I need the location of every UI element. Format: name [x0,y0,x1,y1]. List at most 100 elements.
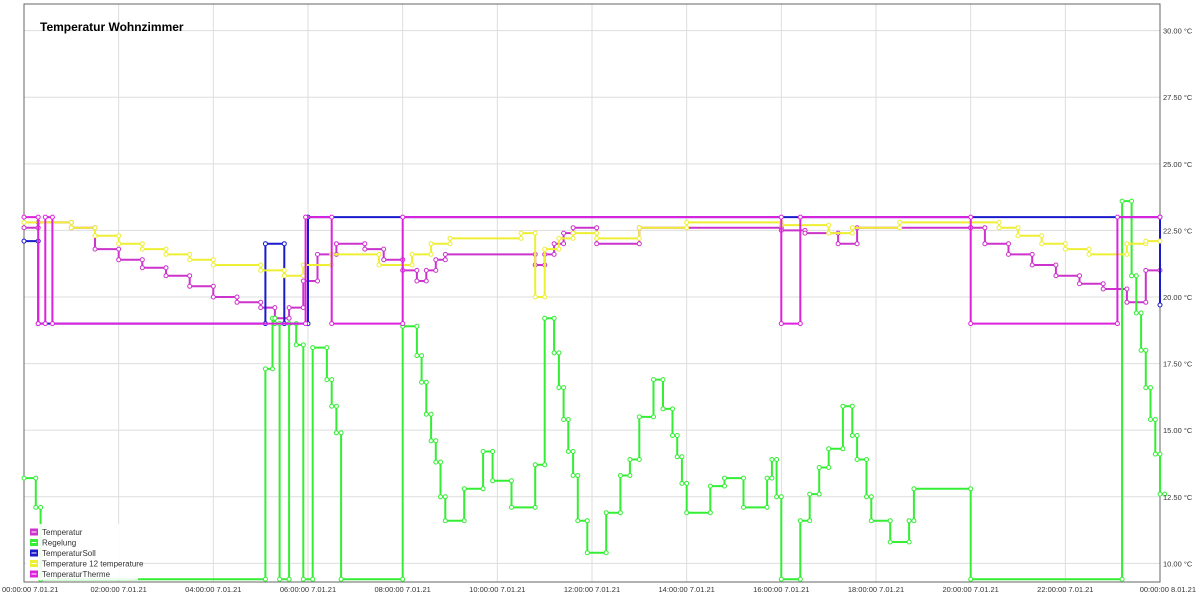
data-point [561,241,567,247]
data-point [722,483,727,489]
data-point [1143,385,1149,391]
data-point [139,265,145,271]
data-point [139,246,145,252]
data-point [277,576,283,582]
data-point [1086,251,1092,257]
data-point [409,251,415,257]
data-point [864,457,869,462]
data-point [774,494,780,500]
data-point [518,235,524,241]
data-point [849,403,855,409]
data-point [303,321,309,327]
data-point [849,433,855,438]
data-point [906,518,912,524]
data-point [49,321,55,327]
data-point [854,241,860,247]
data-point [400,214,406,220]
data-point [797,321,803,327]
data-point [116,246,122,252]
data-point [840,403,846,409]
data-point [1006,241,1011,247]
data-point [1100,286,1106,292]
data-point [660,377,666,383]
data-point [1029,262,1035,268]
x-tick-label: 22:00:00 7.01.21 [1037,585,1093,594]
data-point [1143,267,1149,273]
data-point [1062,241,1068,247]
legend[interactable]: Temperatur RegelungTemperaturSoll Temperat… [26,524,144,580]
data-point [660,406,666,412]
data-point [551,241,557,247]
data-point [286,576,292,582]
line-chart: 00:00:00 7.01.21 02:00:00 7.01.21 04:00:00… [0,0,1200,598]
data-point [1148,417,1153,422]
data-point [982,225,988,231]
data-point [1053,262,1059,268]
data-point [414,267,420,273]
data-point [362,241,368,247]
data-point [1157,214,1163,220]
data-point [968,486,974,492]
data-point [797,518,803,524]
data-point [433,257,439,263]
data-point [854,457,860,462]
data-point [1039,241,1045,247]
data-point [835,241,841,247]
data-point [707,510,713,516]
data-point [570,473,576,478]
data-point [982,241,988,247]
x-tick-label: 06:00:00 7.01.21 [280,585,336,594]
data-point [324,377,330,383]
data-point [679,454,685,460]
data-point [1114,214,1120,220]
data-point [764,475,770,481]
data-point [551,315,557,321]
y-tick-label: 17.50 °C [1163,360,1193,369]
data-point [1062,246,1068,252]
data-point [684,225,690,231]
data-point [21,219,27,225]
data-point [281,241,287,247]
data-point [826,230,832,236]
data-point [428,438,434,444]
data-point [329,403,335,409]
data-point [187,273,193,279]
legend-label: Temperatur [42,528,83,537]
legend-item[interactable]: Temperature 12 temperature [30,560,144,569]
data-point [21,475,27,481]
data-point [670,433,675,438]
data-point [376,251,382,257]
data-point [1143,238,1149,244]
data-point [570,225,576,231]
data-point [636,235,642,241]
data-point [376,262,382,268]
data-point [636,457,642,462]
data-point [542,462,548,468]
data-point [542,294,548,300]
data-point [480,486,486,492]
data-point [565,449,571,454]
data-point [414,278,420,284]
data-point [116,241,122,247]
data-point [797,214,803,220]
data-point [968,321,974,327]
data-point [293,342,299,348]
x-tick-label: 02:00:00 7.01.21 [91,585,147,594]
data-point [565,417,571,422]
data-point [854,433,860,438]
data-point [300,576,306,582]
data-point [887,518,893,524]
data-point [21,225,27,231]
data-point [826,465,832,470]
data-point [741,475,746,481]
data-point [764,504,770,510]
data-point [258,267,264,273]
x-tick-label: 04:00:00 7.01.21 [185,585,241,594]
data-point [584,550,590,556]
data-point [651,377,656,383]
data-point [286,305,292,311]
legend-item[interactable]: TemperaturTherme [30,570,111,579]
data-point [139,241,145,247]
data-point [1124,286,1130,292]
data-point [684,480,690,486]
